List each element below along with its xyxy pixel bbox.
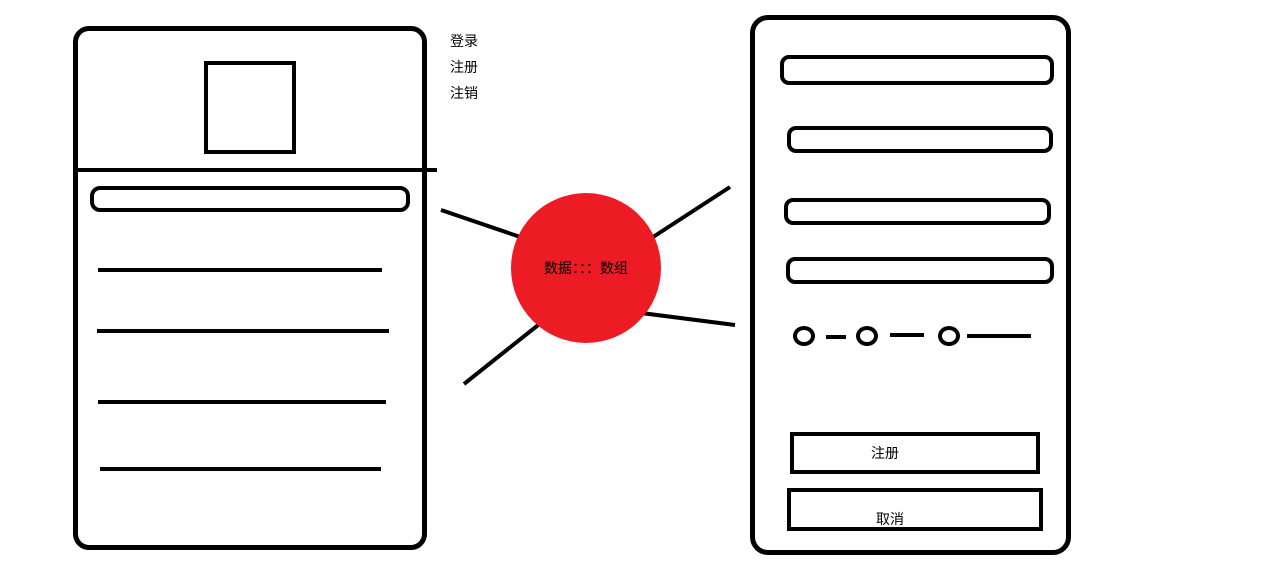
wireframe-canvas: 登录 注册 注销 数据：：：数组 注册 取消 — [0, 0, 1264, 577]
connector-line-right-top — [648, 185, 732, 241]
data-hub-label: 数据：：：数组 — [544, 261, 628, 277]
list-item[interactable] — [97, 329, 389, 333]
register-button[interactable]: 注册 — [790, 432, 1040, 474]
radio-option-label-line — [826, 335, 846, 339]
list-item[interactable] — [98, 400, 386, 404]
menu-item-register[interactable]: 注册 — [450, 58, 478, 78]
register-input-field[interactable] — [780, 55, 1054, 85]
radio-option-label-line — [890, 333, 924, 337]
menu-item-login[interactable]: 登录 — [450, 32, 478, 52]
search-bar[interactable] — [90, 186, 410, 212]
register-input-field[interactable] — [786, 257, 1054, 284]
cancel-button-label: 取消 — [876, 511, 904, 528]
cancel-button[interactable]: 取消 — [787, 488, 1043, 531]
avatar-placeholder[interactable] — [204, 61, 296, 154]
radio-option[interactable] — [856, 326, 878, 346]
register-input-field[interactable] — [784, 198, 1051, 225]
radio-option-label-line — [967, 334, 1031, 338]
menu-item-logout[interactable]: 注销 — [450, 84, 478, 104]
register-button-label: 注册 — [871, 446, 899, 462]
register-input-field[interactable] — [787, 126, 1053, 153]
radio-option[interactable] — [938, 326, 960, 346]
right-phone-frame — [750, 15, 1071, 555]
data-hub-circle: 数据：：：数组 — [511, 193, 661, 343]
header-divider — [73, 168, 437, 172]
list-item[interactable] — [98, 268, 382, 272]
list-item[interactable] — [100, 467, 381, 471]
radio-option[interactable] — [793, 326, 815, 346]
side-menu: 登录 注册 注销 — [450, 32, 478, 104]
